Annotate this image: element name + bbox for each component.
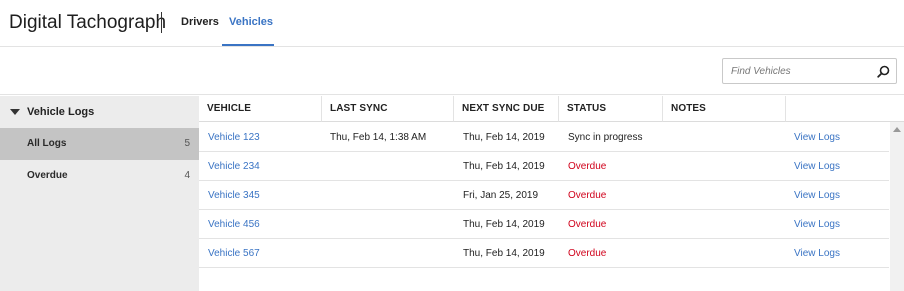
status-value: Overdue: [568, 248, 607, 259]
sidebar-item-label: Overdue: [27, 170, 68, 181]
toolbar: [0, 47, 904, 95]
vehicle-link[interactable]: Vehicle 123: [208, 132, 260, 143]
vehicle-link[interactable]: Vehicle 234: [208, 161, 260, 172]
next-sync-due-value: Fri, Jan 25, 2019: [463, 190, 539, 201]
search-icon[interactable]: [877, 65, 890, 78]
sidebar-item-overdue[interactable]: Overdue 4: [0, 160, 199, 192]
view-logs-link[interactable]: View Logs: [794, 219, 840, 230]
next-sync-due-value: Thu, Feb 14, 2019: [463, 248, 545, 259]
table-row: Vehicle 456 Thu, Feb 14, 2019 Overdue Vi…: [199, 210, 889, 239]
sidebar-item-count: 5: [184, 138, 190, 149]
search-box: [722, 58, 897, 84]
vehicles-table: VEHICLE LAST SYNC NEXT SYNC DUE STATUS N…: [199, 96, 904, 291]
vehicle-link[interactable]: Vehicle 345: [208, 190, 260, 201]
column-header-status[interactable]: STATUS: [559, 96, 663, 122]
column-header-actions: [786, 96, 904, 122]
view-logs-link[interactable]: View Logs: [794, 248, 840, 259]
status-value: Overdue: [568, 161, 607, 172]
last-sync-value: Thu, Feb 14, 1:38 AM: [330, 132, 427, 143]
search-input[interactable]: [731, 63, 871, 80]
table-row: Vehicle 567 Thu, Feb 14, 2019 Overdue Vi…: [199, 239, 889, 268]
sidebar: Vehicle Logs All Logs 5 Overdue 4: [0, 96, 199, 291]
scroll-up-arrow-icon[interactable]: [893, 127, 901, 132]
view-logs-link[interactable]: View Logs: [794, 161, 840, 172]
tab-drivers[interactable]: Drivers: [181, 16, 219, 28]
column-header-next-sync-due[interactable]: NEXT SYNC DUE: [454, 96, 559, 122]
column-header-notes[interactable]: NOTES: [663, 96, 786, 122]
sidebar-item-label: All Logs: [27, 138, 67, 149]
table-row: Vehicle 123 Thu, Feb 14, 1:38 AM Thu, Fe…: [199, 123, 889, 152]
table-scrollbar[interactable]: [890, 122, 904, 291]
app-header: Digital Tachograph Drivers Vehicles: [0, 0, 904, 47]
caret-down-icon[interactable]: [10, 109, 20, 115]
title-divider: [161, 12, 162, 33]
next-sync-due-value: Thu, Feb 14, 2019: [463, 219, 545, 230]
status-value: Overdue: [568, 219, 607, 230]
vehicle-link[interactable]: Vehicle 456: [208, 219, 260, 230]
app-title: Digital Tachograph: [9, 12, 167, 33]
vehicle-link[interactable]: Vehicle 567: [208, 248, 260, 259]
sidebar-item-count: 4: [184, 170, 190, 181]
view-logs-link[interactable]: View Logs: [794, 190, 840, 201]
sidebar-section-header[interactable]: Vehicle Logs: [0, 96, 199, 127]
tab-vehicles[interactable]: Vehicles: [229, 16, 273, 28]
active-tab-indicator: [222, 44, 274, 46]
table-row: Vehicle 345 Fri, Jan 25, 2019 Overdue Vi…: [199, 181, 889, 210]
status-value: Sync in progress: [568, 132, 643, 143]
sidebar-section-title: Vehicle Logs: [27, 106, 95, 118]
status-value: Overdue: [568, 190, 607, 201]
next-sync-due-value: Thu, Feb 14, 2019: [463, 132, 545, 143]
column-header-vehicle[interactable]: VEHICLE: [199, 96, 322, 122]
column-header-last-sync[interactable]: LAST SYNC: [322, 96, 454, 122]
next-sync-due-value: Thu, Feb 14, 2019: [463, 161, 545, 172]
view-logs-link[interactable]: View Logs: [794, 132, 840, 143]
table-row: Vehicle 234 Thu, Feb 14, 2019 Overdue Vi…: [199, 152, 889, 181]
sidebar-item-all-logs[interactable]: All Logs 5: [0, 128, 199, 160]
